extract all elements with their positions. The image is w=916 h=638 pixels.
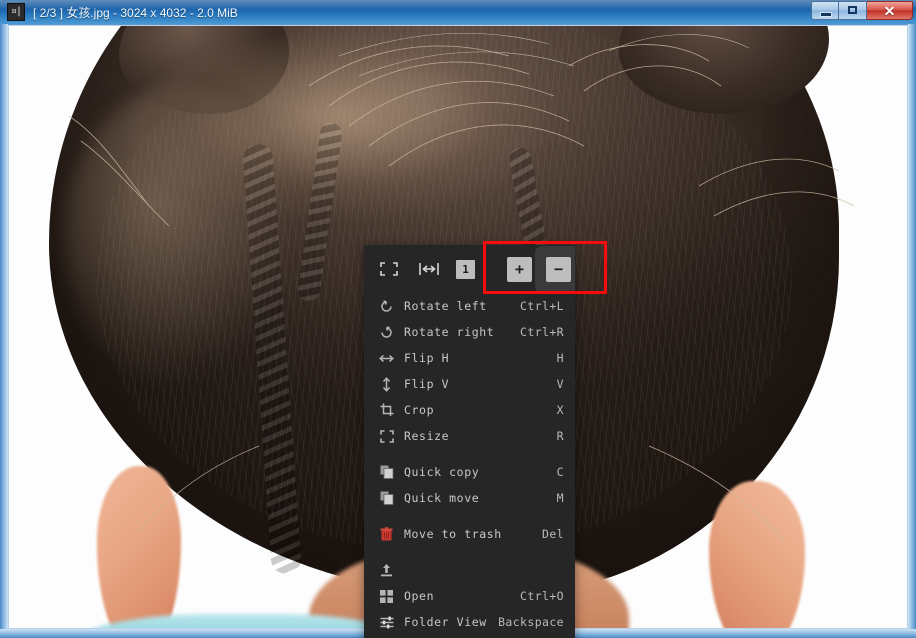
photo-ear-left (97, 466, 181, 628)
grid-folder-icon (377, 589, 396, 603)
image-tools-context-menu[interactable]: 1 + − Rotate left Ctrl+L Rotate right Ct… (364, 245, 575, 638)
copy-icon (377, 465, 396, 479)
menu-item-move-to-trash[interactable]: Move to trash Del (364, 521, 575, 547)
rotate-right-icon (377, 325, 396, 339)
window-title: [ 2/3 ] 女孩.jpg - 3024 x 4032 - 2.0 MiB (33, 5, 238, 20)
application-window: ¤| [ 2/3 ] 女孩.jpg - 3024 x 4032 - 2.0 Mi… (0, 0, 916, 638)
menu-separator (364, 547, 575, 557)
zoom-100-button[interactable]: 1 (456, 259, 475, 279)
zoom-out-button[interactable]: − (546, 256, 571, 282)
window-border-right (908, 24, 916, 638)
menu-item-label: Rotate right (404, 325, 495, 339)
window-frame: ¤| [ 2/3 ] 女孩.jpg - 3024 x 4032 - 2.0 Mi… (0, 0, 916, 638)
menu-item-flip-v[interactable]: Flip V V (364, 371, 575, 397)
resize-icon (377, 429, 396, 443)
sliders-icon (377, 616, 396, 629)
menu-item-label: Folder View (404, 615, 487, 629)
menu-item-label: Quick copy (404, 465, 480, 479)
menu-item-folder-view[interactable]: Open Ctrl+O (364, 583, 575, 609)
menu-item-shortcut: H (556, 351, 564, 365)
photo-ear-right (709, 481, 805, 628)
maximize-button[interactable] (839, 1, 867, 20)
menu-item-label: Flip H (404, 351, 450, 365)
menu-item-quick-copy[interactable]: Quick copy C (364, 459, 575, 485)
menu-item-label: Move to trash (404, 527, 502, 541)
fit-to-window-button[interactable] (376, 256, 402, 282)
menu-item-label: Open (404, 589, 435, 603)
menu-item-shortcut: M (556, 491, 564, 505)
fit-to-window-icon (380, 262, 398, 276)
zoom-in-button[interactable]: + (507, 256, 532, 282)
menu-item-shortcut: Backspace (498, 615, 564, 629)
menu-item-shortcut: V (556, 377, 564, 391)
move-icon (377, 491, 396, 505)
app-logo-icon: ¤| (7, 3, 25, 21)
menu-item-label: Resize (404, 429, 450, 443)
menu-item-settings[interactable]: Folder View Backspace (364, 609, 575, 635)
menu-item-quick-move[interactable]: Quick move M (364, 485, 575, 511)
menu-item-label: Rotate left (404, 299, 487, 313)
menu-item-label: Crop (404, 403, 435, 417)
flip-vertical-icon (377, 376, 396, 392)
menu-item-shortcut: Ctrl+R (520, 325, 564, 339)
menu-item-shortcut: Del (542, 527, 564, 541)
menu-item-rotate-right[interactable]: Rotate right Ctrl+R (364, 319, 575, 345)
menu-item-rotate-left[interactable]: Rotate left Ctrl+L (364, 293, 575, 319)
open-upload-icon (377, 563, 396, 577)
menu-separator (364, 511, 575, 521)
menu-item-resize[interactable]: Resize R (364, 423, 575, 449)
zoom-toolbar: 1 + − (364, 245, 575, 293)
menu-item-shortcut: R (556, 429, 564, 443)
menu-item-shortcut: X (556, 403, 564, 417)
menu-item-shortcut: Ctrl+O (520, 589, 564, 603)
window-controls: ✕ (811, 1, 913, 20)
menu-item-shortcut: Ctrl+L (520, 299, 564, 313)
menu-item-flip-h[interactable]: Flip H H (364, 345, 575, 371)
menu-item-label: Quick move (404, 491, 480, 505)
close-button[interactable]: ✕ (867, 1, 913, 20)
rotate-left-icon (377, 299, 396, 313)
fit-to-width-button[interactable] (416, 256, 442, 282)
menu-item-shortcut: C (556, 465, 564, 479)
title-bar[interactable]: ¤| [ 2/3 ] 女孩.jpg - 3024 x 4032 - 2.0 Mi… (0, 0, 916, 24)
close-icon: ✕ (883, 2, 896, 19)
menu-separator (364, 449, 575, 459)
minimize-button[interactable] (811, 1, 839, 20)
menu-item-open[interactable] (364, 557, 575, 583)
fit-to-width-icon (419, 263, 439, 275)
menu-item-label: Flip V (404, 377, 450, 391)
menu-item-crop[interactable]: Crop X (364, 397, 575, 423)
crop-icon (377, 403, 396, 417)
flip-horizontal-icon (377, 353, 396, 364)
trash-icon (377, 527, 396, 541)
window-border-left (0, 24, 8, 638)
app-logo-glyph: ¤| (10, 6, 22, 17)
